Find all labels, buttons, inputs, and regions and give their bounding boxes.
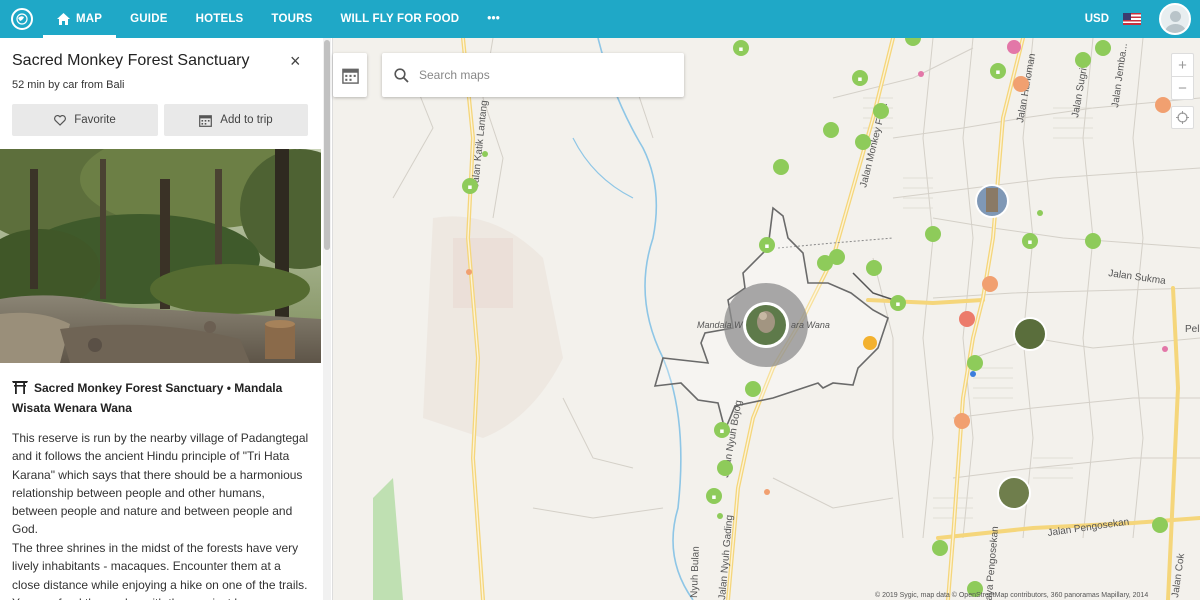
place-detail-panel: Sacred Monkey Forest Sanctuary × 52 min … bbox=[0, 38, 333, 600]
street-label-cok: Jalan Cok bbox=[1170, 552, 1187, 599]
region-label-right: ara Wana bbox=[791, 320, 830, 330]
street-label-bulan: Nyuh Bulan bbox=[689, 546, 702, 598]
nav-guide-tab[interactable]: GUIDE bbox=[116, 0, 181, 38]
home-icon bbox=[57, 13, 70, 25]
street-label-raya: Raya Pengosekan bbox=[983, 526, 1001, 600]
svg-text:▪: ▪ bbox=[468, 183, 473, 191]
calendar-icon bbox=[199, 114, 213, 127]
map-search-box[interactable] bbox=[382, 53, 684, 97]
svg-text:▪: ▪ bbox=[720, 427, 725, 435]
nav-tours-tab[interactable]: TOURS bbox=[257, 0, 326, 38]
trip-calendar-button[interactable] bbox=[333, 53, 367, 97]
street-label-sukma: Jalan Sukma bbox=[1108, 268, 1167, 287]
nav-guide-label: GUIDE bbox=[130, 13, 168, 25]
nav-will-fly-label: WILL FLY FOR FOOD bbox=[340, 13, 460, 25]
top-nav: MAP GUIDE HOTELS TOURS WILL FLY FOR FOOD… bbox=[0, 0, 1200, 38]
street-label-jembawan: Jalan Jemba... bbox=[1110, 42, 1130, 108]
map-attribution: © 2019 Sygic, map data © OpenStreetMap c… bbox=[875, 592, 1149, 599]
user-avatar-icon[interactable] bbox=[1159, 3, 1191, 35]
heading-name: Sacred Monkey Forest Sanctuary bbox=[34, 381, 224, 395]
nav-will-fly-for-food-tab[interactable]: WILL FLY FOR FOOD bbox=[326, 0, 473, 38]
svg-text:▪: ▪ bbox=[996, 68, 1001, 76]
description-paragraph-1: This reserve is run by the nearby villag… bbox=[12, 431, 309, 537]
map-canvas[interactable]: Mandala W ara Wana Jalan Katik Lantang J… bbox=[333, 38, 1200, 600]
svg-text:▪: ▪ bbox=[896, 300, 901, 308]
svg-text:▪: ▪ bbox=[858, 75, 863, 83]
search-input[interactable] bbox=[419, 68, 659, 82]
nav-map-tab[interactable]: MAP bbox=[43, 0, 117, 38]
street-label-pel: Pel bbox=[1185, 324, 1199, 335]
region-label-left: Mandala W bbox=[697, 320, 744, 330]
place-title: Sacred Monkey Forest Sanctuary bbox=[12, 52, 250, 69]
nav-hotels-label: HOTELS bbox=[195, 13, 244, 25]
nav-right: USD bbox=[1085, 0, 1200, 38]
close-panel-button[interactable]: × bbox=[290, 51, 301, 72]
svg-text:▪: ▪ bbox=[712, 493, 717, 501]
locate-me-button[interactable] bbox=[1171, 106, 1194, 129]
crosshair-icon bbox=[1176, 111, 1189, 124]
add-to-trip-label: Add to trip bbox=[220, 114, 273, 126]
place-heading: Sacred Monkey Forest Sanctuary • Mandala… bbox=[12, 378, 312, 418]
street-label-pengosekan: Jalan Pengosekan bbox=[1047, 517, 1130, 539]
calendar-icon bbox=[341, 68, 359, 84]
nav-hotels-tab[interactable]: HOTELS bbox=[182, 0, 258, 38]
map-graphics: Mandala W ara Wana Jalan Katik Lantang J… bbox=[373, 38, 1200, 600]
zoom-out-button[interactable]: − bbox=[1172, 77, 1193, 99]
zoom-controls: + − bbox=[1171, 53, 1194, 100]
currency-selector[interactable]: USD bbox=[1085, 13, 1109, 25]
favorite-label: Favorite bbox=[74, 114, 116, 126]
nav-map-label: MAP bbox=[76, 13, 103, 25]
nav-tours-label: TOURS bbox=[271, 13, 313, 25]
search-icon bbox=[394, 67, 409, 83]
travel-time: 52 min by car from Bali bbox=[12, 79, 125, 91]
temple-gate-icon bbox=[12, 381, 28, 394]
svg-text:▪: ▪ bbox=[1028, 238, 1033, 246]
panel-scrollbar[interactable] bbox=[323, 38, 331, 600]
more-dots-icon: ••• bbox=[487, 13, 500, 25]
scrollbar-thumb[interactable] bbox=[324, 40, 330, 250]
favorite-button[interactable]: Favorite bbox=[12, 104, 158, 136]
add-to-trip-button[interactable]: Add to trip bbox=[164, 104, 308, 136]
svg-text:▪: ▪ bbox=[765, 242, 770, 250]
description-paragraph-2: The three shrines in the midst of the fo… bbox=[12, 541, 308, 600]
heart-icon bbox=[54, 114, 67, 126]
svg-text:▪: ▪ bbox=[739, 45, 744, 53]
zoom-in-button[interactable]: + bbox=[1172, 54, 1193, 76]
heading-separator: • bbox=[226, 381, 231, 395]
more-menu-button[interactable]: ••• bbox=[473, 0, 514, 38]
us-flag-icon[interactable] bbox=[1123, 13, 1141, 25]
globe-logo-icon[interactable] bbox=[11, 8, 33, 30]
place-photo[interactable] bbox=[0, 149, 321, 363]
